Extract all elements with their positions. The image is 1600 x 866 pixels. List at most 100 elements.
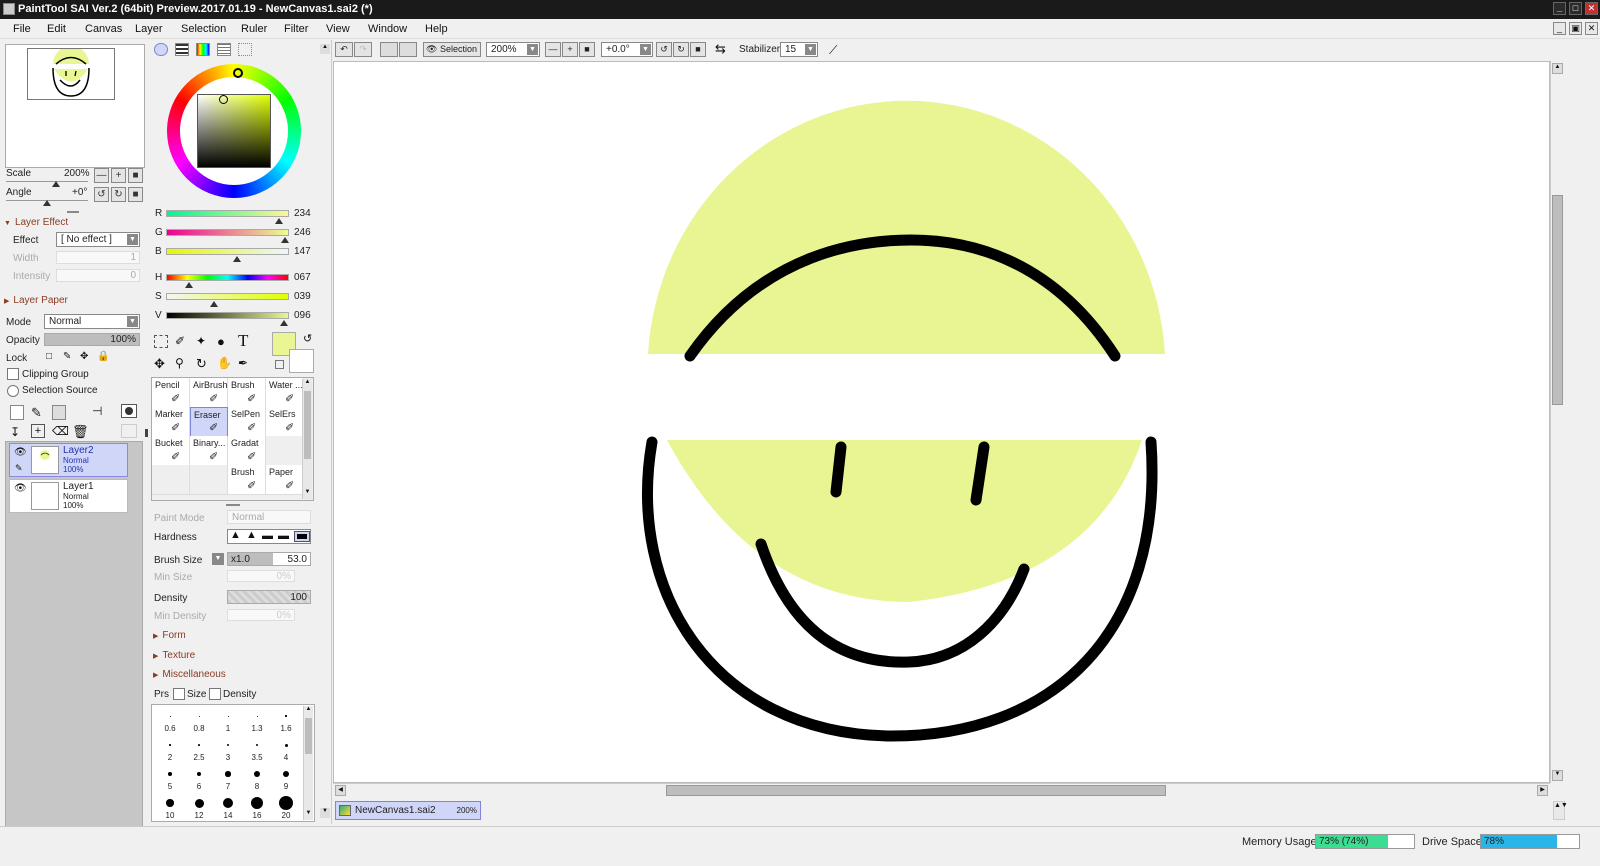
hue-picker[interactable] <box>233 68 243 78</box>
brush-size-dot[interactable] <box>198 715 200 717</box>
v-slider-thumb[interactable] <box>280 320 289 326</box>
visibility-eye-icon[interactable]: 👁 <box>14 483 27 494</box>
r-slider[interactable] <box>166 210 289 217</box>
mdi-restore-button[interactable]: ▣ <box>1569 22 1582 35</box>
eyedropper-icon[interactable]: ✒ <box>238 356 248 370</box>
g-slider[interactable] <box>166 229 289 236</box>
rotate-icon[interactable]: ↻ <box>196 356 207 372</box>
delete-layer-icon[interactable]: 🗑 <box>72 424 89 440</box>
sv-picker[interactable] <box>219 95 228 104</box>
tool-paper[interactable]: Paper ✐ <box>266 465 304 495</box>
angle-slider-thumb[interactable] <box>43 200 51 206</box>
scroll-up-icon[interactable]: ▲ <box>304 706 313 716</box>
brush-size-dot[interactable] <box>226 743 230 747</box>
zoom-out-button[interactable]: — <box>94 168 109 183</box>
hardness-selector[interactable]: ▲ ▲ ▬ ▬ <box>227 529 311 544</box>
menu-layer[interactable]: Layer <box>135 23 163 35</box>
move-icon[interactable]: ✥ <box>154 356 165 372</box>
navigator-preview[interactable] <box>5 44 145 168</box>
horizontal-scrollbar[interactable]: ◀ ▶ <box>333 783 1550 797</box>
tool-palette-scrollbar[interactable]: ▲ ▼ <box>302 379 312 499</box>
clear-layer-icon[interactable]: ⌫ <box>52 424 69 438</box>
brush-size-dot[interactable] <box>284 743 288 747</box>
size-multiplier-dropdown[interactable]: ▼ <box>212 553 224 565</box>
effect-dropdown[interactable]: [ No effect ] ▼ <box>56 232 140 247</box>
magic-wand-icon[interactable]: ✦ <box>196 334 206 348</box>
lock-move-icon[interactable]: ✥ <box>80 351 88 362</box>
miscellaneous-section[interactable]: Miscellaneous <box>153 669 225 680</box>
maximize-button[interactable]: □ <box>1569 2 1582 15</box>
brush-size-dot[interactable] <box>279 796 293 810</box>
scroll-left-icon[interactable]: ◀ <box>335 785 346 796</box>
invert-selection-button[interactable] <box>399 42 417 57</box>
v-slider[interactable] <box>166 312 289 319</box>
zoom-out-button[interactable]: — <box>545 42 561 57</box>
rotate-left-button[interactable]: ↺ <box>656 42 672 57</box>
panel-resize-handle[interactable] <box>145 429 148 437</box>
background-color-swatch[interactable] <box>289 349 314 373</box>
color-wheel-mode-icon[interactable] <box>154 43 168 56</box>
shape-icon[interactable]: ● <box>217 334 225 349</box>
scroll-down-icon[interactable]: ▼ <box>320 808 330 818</box>
scroll-down-icon[interactable]: ▼ <box>1552 770 1563 781</box>
min-size-slider[interactable]: 0% <box>227 570 295 582</box>
scroll-up-icon[interactable]: ▲ <box>320 44 330 54</box>
lasso-icon[interactable]: ✐ <box>175 334 185 348</box>
menu-filter[interactable]: Filter <box>284 23 308 35</box>
brush-size-dot[interactable] <box>194 798 204 808</box>
hardness-1[interactable]: ▲ <box>230 529 241 541</box>
zoom-in-button[interactable]: + <box>111 168 126 183</box>
tool-brush[interactable]: Brush ✐ <box>228 465 266 495</box>
brush-size-dot[interactable] <box>285 715 287 717</box>
rotate-reset-button[interactable]: ■ <box>128 187 143 202</box>
g-slider-thumb[interactable] <box>280 237 289 243</box>
mdi-minimize-button[interactable]: _ <box>1553 22 1566 35</box>
vertical-scrollbar[interactable]: ▲ ▼ <box>1550 61 1564 783</box>
brush-size-dot[interactable] <box>227 715 229 717</box>
scratchpad-mode-icon[interactable] <box>238 43 252 56</box>
panel-splitter[interactable] <box>67 211 79 213</box>
tool-eraser[interactable]: Eraser ✐ <box>190 407 228 437</box>
hardness-3[interactable]: ▬ <box>262 530 273 542</box>
b-slider-thumb[interactable] <box>232 256 241 262</box>
lock-transparency-icon[interactable]: □ <box>46 351 52 362</box>
scrollbar-thumb[interactable] <box>666 785 1166 796</box>
redo-button[interactable]: ↷ <box>354 42 372 57</box>
text-icon[interactable]: T <box>238 331 248 351</box>
scale-slider[interactable] <box>6 181 88 182</box>
scrollbar-thumb[interactable] <box>304 391 311 459</box>
brush-size-dot[interactable] <box>225 771 231 777</box>
tool-marker[interactable]: Marker ✐ <box>152 407 190 437</box>
tool-bucket[interactable]: Bucket ✐ <box>152 436 190 466</box>
close-button[interactable]: ✕ <box>1585 2 1598 15</box>
s-slider[interactable] <box>166 293 289 300</box>
deselect-button[interactable] <box>380 42 398 57</box>
brush-size-dot[interactable] <box>255 743 259 747</box>
swatches-mode-icon[interactable] <box>217 43 231 56</box>
visibility-eye-icon[interactable]: 👁 <box>14 447 27 458</box>
layer-list[interactable]: 👁 ✎ Layer2 Normal 100% 👁 Layer1 Normal 1… <box>5 441 143 841</box>
rotation-dropdown[interactable]: +0.0° ▼ <box>601 42 653 57</box>
duplicate-layer-icon[interactable]: + <box>31 424 45 438</box>
hardness-5[interactable] <box>294 531 310 542</box>
menu-edit[interactable]: Edit <box>47 23 66 35</box>
brush-size-dot[interactable] <box>166 799 174 807</box>
menu-view[interactable]: View <box>326 23 350 35</box>
rect-select-icon[interactable] <box>154 335 168 348</box>
zoom-reset-button[interactable]: ■ <box>128 168 143 183</box>
swap-colors-icon[interactable]: ↺ <box>303 332 312 345</box>
rotate-left-button[interactable]: ↺ <box>94 187 109 202</box>
lock-all-icon[interactable]: 🔒 <box>97 351 109 362</box>
layer-row-layer1[interactable]: 👁 Layer1 Normal 100% <box>9 479 128 513</box>
menu-file[interactable]: File <box>13 23 31 35</box>
transfer-down-icon[interactable]: ⊣ <box>92 404 102 418</box>
tool-airbrush[interactable]: AirBrush ✐ <box>190 378 228 408</box>
zoom-dropdown[interactable]: 200% ▼ <box>486 42 540 57</box>
h-slider-thumb[interactable] <box>184 282 193 288</box>
clipping-group-checkbox[interactable] <box>7 368 19 380</box>
tool-pencil[interactable]: Pencil ✐ <box>152 378 190 408</box>
side-scrollbar[interactable]: ▲ ▼ <box>318 40 332 824</box>
scroll-up-icon[interactable]: ▲ <box>1552 63 1563 74</box>
brush-size-dot[interactable] <box>168 772 172 776</box>
saturation-value-square[interactable] <box>197 94 271 168</box>
